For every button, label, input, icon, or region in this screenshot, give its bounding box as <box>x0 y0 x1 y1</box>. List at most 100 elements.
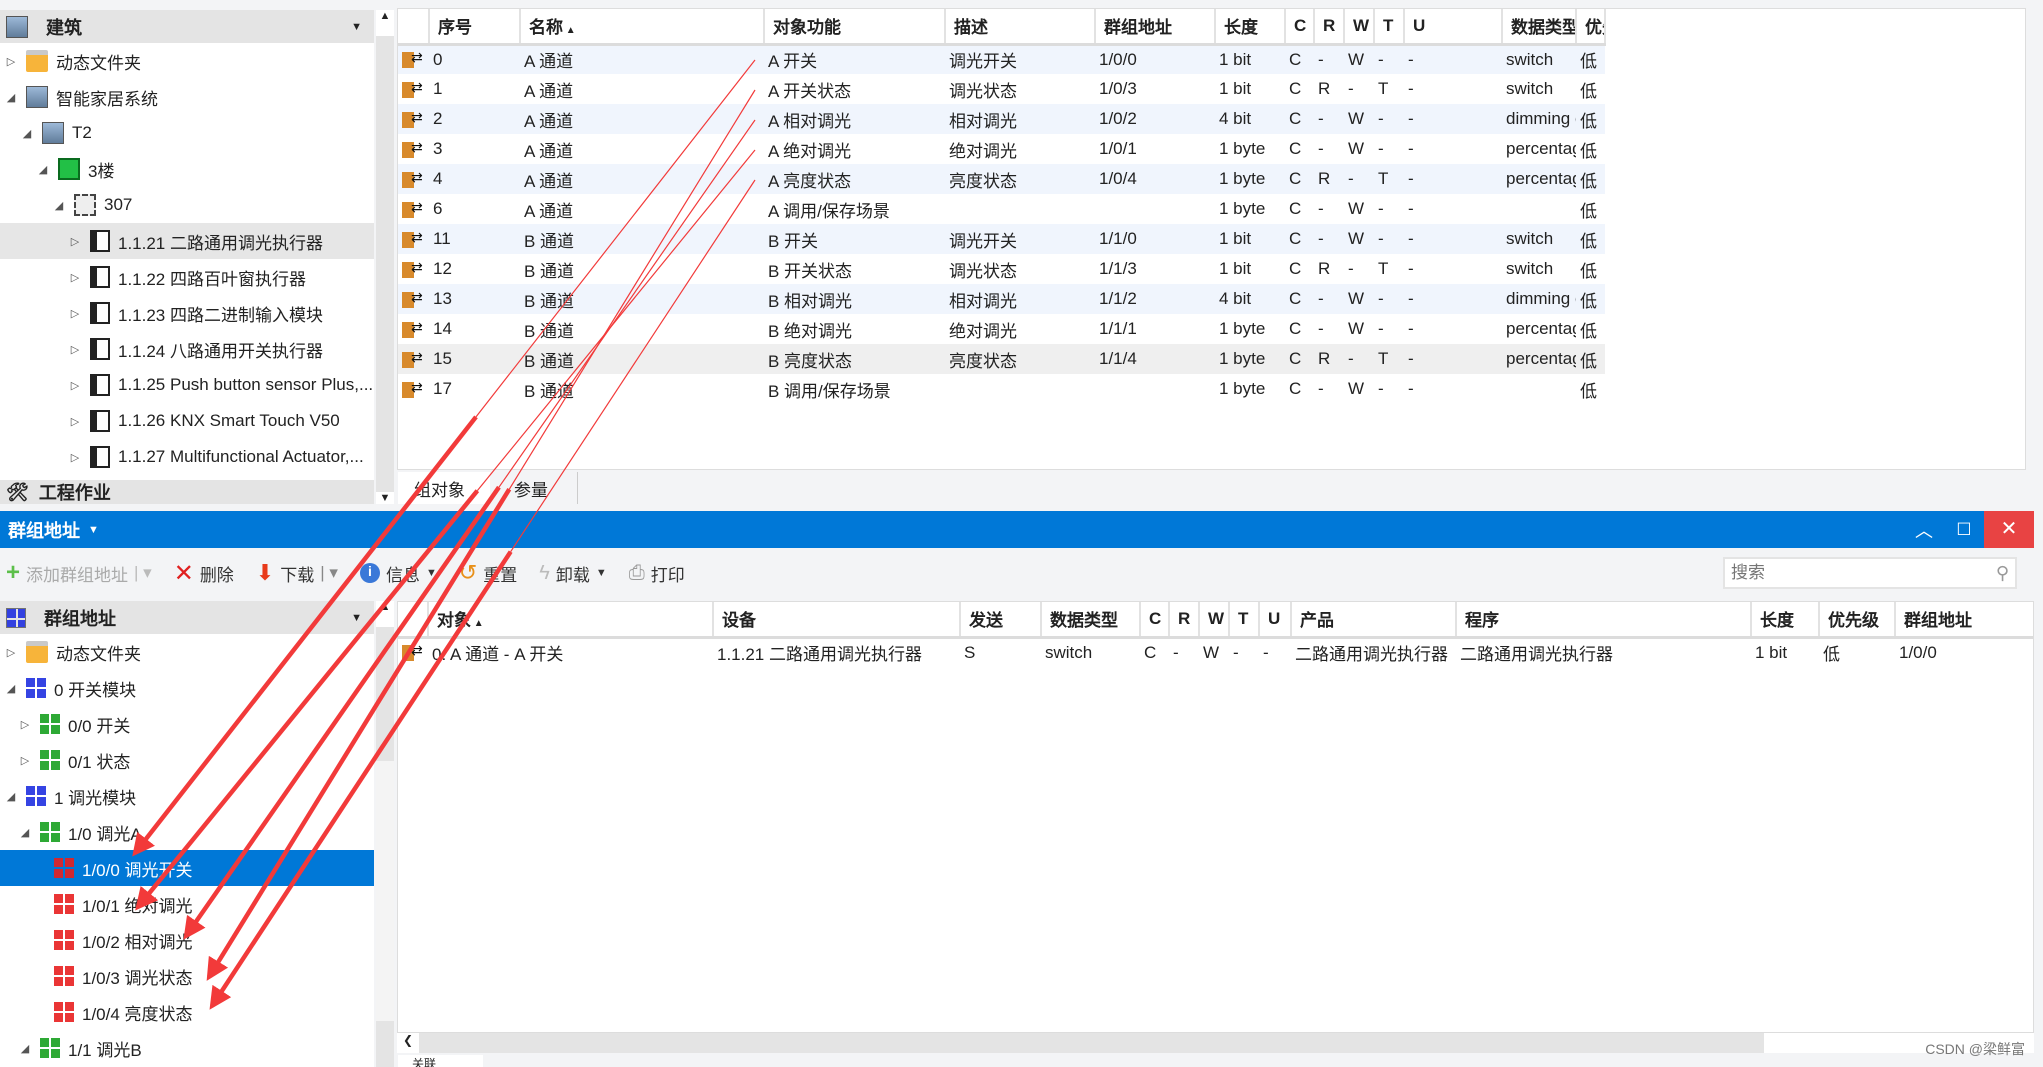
column-header[interactable]: T <box>1374 9 1405 46</box>
collapsed-icon[interactable]: ▷ <box>18 754 32 767</box>
tree-item[interactable]: ▷ 1.1.21 二路通用调光执行器 <box>0 223 374 259</box>
table-row[interactable]: 3A 通道A 绝对调光绝对调光1/0/11 byteC-W--percentag… <box>398 134 1605 164</box>
search-icon[interactable]: ⚲ <box>1996 563 2009 584</box>
column-header[interactable]: 名称 ▲ <box>520 9 765 46</box>
collapsed-icon[interactable]: ▷ <box>18 718 32 731</box>
title-dropdown-icon[interactable]: ▼ <box>88 524 99 536</box>
tree-item[interactable]: ◢ 1/1 调光B <box>0 1030 374 1066</box>
tree-item[interactable]: ◢ 智能家居系统 <box>0 79 374 115</box>
tree-item[interactable]: ▷ 0/0 开关 <box>0 706 374 742</box>
tree-item[interactable]: 1/0/3 调光状态 <box>0 958 374 994</box>
tree-item[interactable]: ▷ 0/1 状态 <box>0 742 374 778</box>
column-header[interactable]: C <box>1140 602 1170 639</box>
column-header[interactable]: T <box>1229 602 1260 639</box>
unload-button[interactable]: ϟ 卸载 ▼ <box>539 561 606 586</box>
chevron-down-icon[interactable]: ▼ <box>351 612 362 624</box>
column-header[interactable]: 程序 <box>1456 602 1752 639</box>
table-row[interactable]: 0A 通道A 开关调光开关1/0/01 bitC-W--switch低 <box>398 44 1605 74</box>
column-header[interactable]: 数据类型 <box>1041 602 1141 639</box>
collapsed-icon[interactable]: ▷ <box>68 343 82 356</box>
collapsed-icon[interactable]: ▷ <box>68 271 82 284</box>
tab-group-objects[interactable]: 组对象 <box>398 472 490 504</box>
table-row[interactable]: 15B 通道B 亮度状态亮度状态1/1/41 byteCR-T-percenta… <box>398 344 1605 374</box>
tab-associations[interactable]: 关联 <box>398 1055 483 1067</box>
column-header[interactable]: W <box>1199 602 1230 639</box>
add-group-address-button[interactable]: + 添加群组地址 | ▾ <box>6 559 152 587</box>
tree-item[interactable]: ◢ T2 <box>0 115 374 151</box>
column-header[interactable]: 发送 <box>960 602 1042 639</box>
table-row[interactable]: 13B 通道B 相对调光相对调光1/1/24 bitC-W--dimming c… <box>398 284 1605 314</box>
tree-item[interactable]: ▷ 动态文件夹 <box>0 634 374 670</box>
search-box[interactable]: ⚲ <box>1723 557 2017 589</box>
scrollbar-thumb[interactable] <box>376 761 394 1021</box>
tree-item[interactable]: ▷ 动态文件夹 <box>0 43 374 79</box>
tab-parameters[interactable]: 参量 <box>498 472 578 504</box>
chevron-down-icon[interactable]: ▼ <box>351 21 362 33</box>
building-panel-header[interactable]: 建筑 ▼ <box>0 10 374 43</box>
search-input[interactable] <box>1731 563 1996 583</box>
collapsed-icon[interactable]: ▷ <box>68 415 82 428</box>
tree-item[interactable]: ▷ 1.1.25 Push button sensor Plus,... <box>0 367 374 403</box>
reset-button[interactable]: ↺ 重置 <box>459 560 517 586</box>
tree-item[interactable]: ▷ 1.1.27 Multifunctional Actuator,... <box>0 439 374 475</box>
collapsed-icon[interactable]: ▷ <box>4 55 18 68</box>
column-header[interactable]: 设备 <box>713 602 961 639</box>
delete-button[interactable]: ✕ 删除 <box>174 559 234 588</box>
expanded-icon[interactable]: ◢ <box>18 826 32 839</box>
links-horizontal-scrollbar[interactable]: ❮ <box>397 1033 2034 1053</box>
maximize-icon[interactable]: ☐ <box>1944 520 1984 540</box>
column-header[interactable]: R <box>1169 602 1200 639</box>
table-row[interactable]: 11B 通道B 开关调光开关1/1/01 bitC-W--switch低 <box>398 224 1605 254</box>
print-button[interactable]: ⎙ 打印 <box>629 561 685 586</box>
tree-item[interactable]: ▷ 1.1.24 八路通用开关执行器 <box>0 331 374 367</box>
group-tree-scrollbar[interactable]: ▲ <box>376 601 394 1067</box>
scroll-left-icon[interactable]: ❮ <box>397 1033 419 1053</box>
table-row[interactable]: 1A 通道A 开关状态调光状态1/0/31 bitCR-T-switch低 <box>398 74 1605 104</box>
column-header[interactable]: 优先级 <box>1576 9 1606 46</box>
tree-item[interactable]: ▷ 1.1.23 四路二进制输入模块 <box>0 295 374 331</box>
expanded-icon[interactable]: ◢ <box>18 1042 32 1055</box>
expanded-icon[interactable]: ◢ <box>36 163 50 176</box>
tree-item[interactable]: 1/0/4 亮度状态 <box>0 994 374 1030</box>
tree-item[interactable]: 1/0/1 绝对调光 <box>0 886 374 922</box>
building-tree-scrollbar[interactable]: ▲ ▼ <box>376 10 394 504</box>
table-row[interactable]: 14B 通道B 绝对调光绝对调光1/1/11 byteC-W--percenta… <box>398 314 1605 344</box>
group-address-panel-header[interactable]: 群组地址 ▼ <box>0 601 374 634</box>
table-row[interactable]: 0: A 通道 - A 开关1.1.21 二路通用调光执行器SswitchC-W… <box>398 637 2033 667</box>
expanded-icon[interactable]: ◢ <box>52 199 66 212</box>
column-header[interactable]: U <box>1404 9 1503 46</box>
column-header[interactable]: 对象功能 <box>764 9 946 46</box>
column-header[interactable]: R <box>1314 9 1345 46</box>
expanded-icon[interactable]: ◢ <box>4 790 18 803</box>
download-button[interactable]: ⬇ 下载 | ▾ <box>256 560 338 586</box>
column-header[interactable]: 描述 <box>945 9 1096 46</box>
tree-item[interactable]: ◢ 307 <box>0 187 374 223</box>
table-row[interactable]: 12B 通道B 开关状态调光状态1/1/31 bitCR-T-switch低 <box>398 254 1605 284</box>
column-header[interactable]: 产品 <box>1291 602 1457 639</box>
info-button[interactable]: i 信息 ▼ <box>359 561 437 586</box>
column-header[interactable]: 数据类型 <box>1502 9 1577 46</box>
column-header[interactable]: W <box>1344 9 1375 46</box>
tree-item[interactable]: ◢ 1 调光模块 <box>0 778 374 814</box>
column-header[interactable]: 序号 <box>429 9 521 46</box>
expanded-icon[interactable]: ◢ <box>4 682 18 695</box>
column-header[interactable]: 长度 <box>1215 9 1286 46</box>
table-row[interactable]: 2A 通道A 相对调光相对调光1/0/24 bitC-W--dimming c.… <box>398 104 1605 134</box>
tree-item[interactable]: ◢ 0 开关模块 <box>0 670 374 706</box>
tree-item[interactable]: ▷ 1.1.26 KNX Smart Touch V50 <box>0 403 374 439</box>
table-row[interactable]: 4A 通道A 亮度状态亮度状态1/0/41 byteCR-T-percentag… <box>398 164 1605 194</box>
tree-item[interactable]: 1/0/2 相对调光 <box>0 922 374 958</box>
column-header[interactable]: 优先级 <box>1819 602 1896 639</box>
close-icon[interactable]: ✕ <box>1984 511 2034 548</box>
expanded-icon[interactable]: ◢ <box>4 91 18 104</box>
column-header[interactable]: U <box>1259 602 1292 639</box>
tree-item[interactable]: 1/0/0 调光开关 <box>0 850 374 886</box>
collapsed-icon[interactable]: ▷ <box>68 307 82 320</box>
collapsed-icon[interactable]: ▷ <box>68 451 82 464</box>
tree-item[interactable]: ◢ 1/0 调光A <box>0 814 374 850</box>
table-row[interactable]: 6A 通道A 调用/保存场景1 byteC-W--低 <box>398 194 1605 224</box>
collapsed-icon[interactable]: ▷ <box>68 235 82 248</box>
column-header[interactable]: 群组地址 <box>1895 602 2033 639</box>
collapsed-icon[interactable]: ▷ <box>4 646 18 659</box>
tree-item[interactable]: ◢ 3楼 <box>0 151 374 187</box>
